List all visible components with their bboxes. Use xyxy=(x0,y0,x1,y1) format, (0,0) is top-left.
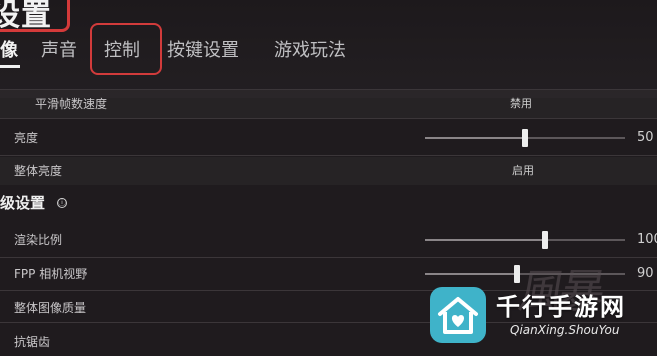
setting-row-brightness: 亮度 50 xyxy=(0,124,657,152)
section-advanced-settings: 级设置 ⓘ xyxy=(0,188,657,218)
divider xyxy=(0,118,657,119)
section-label: 级设置 xyxy=(0,194,46,212)
slider-fill xyxy=(425,239,545,241)
tab-gameplay[interactable]: 游戏玩法 xyxy=(274,34,346,68)
setting-value[interactable]: 启用 xyxy=(512,157,534,185)
page-title: 设置 xyxy=(0,0,52,33)
setting-label: 亮度 xyxy=(14,131,39,145)
setting-label: 平滑帧数速度 xyxy=(35,97,108,111)
tab-sound[interactable]: 声音 xyxy=(41,34,77,68)
setting-row-frame-smooth[interactable]: 平滑帧数速度 禁用 xyxy=(0,90,657,118)
watermark-title: 千行手游网 xyxy=(496,293,626,321)
active-tab-indicator xyxy=(0,65,20,68)
slider-value: 50 xyxy=(637,130,654,145)
setting-label: 抗锯齿 xyxy=(14,335,51,349)
slider-thumb[interactable] xyxy=(522,129,528,147)
setting-value[interactable]: 禁用 xyxy=(510,90,532,118)
slider-thumb[interactable] xyxy=(542,231,548,249)
slider-fill xyxy=(425,137,525,139)
watermark-subtitle: QianXing.ShouYou xyxy=(510,323,620,337)
tab-highlight-box xyxy=(90,23,162,75)
setting-label: 整体亮度 xyxy=(14,164,63,178)
divider xyxy=(0,155,657,156)
setting-label: 渲染比例 xyxy=(14,233,63,247)
slider-value: 100 xyxy=(637,232,657,247)
render-scale-slider[interactable] xyxy=(425,231,625,249)
tab-image[interactable]: 像 xyxy=(0,34,20,68)
setting-label: 整体图像质量 xyxy=(14,301,87,315)
setting-label: FPP 相机视野 xyxy=(14,267,88,281)
setting-row-overall-brightness[interactable]: 整体亮度 启用 xyxy=(0,157,657,185)
house-heart-icon xyxy=(430,287,486,343)
tab-label: 像 xyxy=(0,40,18,61)
setting-row-render-scale: 渲染比例 100 xyxy=(0,226,657,254)
slider-fill xyxy=(425,273,517,275)
info-icon[interactable]: ⓘ xyxy=(57,198,67,208)
tab-key-settings[interactable]: 按键设置 xyxy=(167,34,239,68)
site-watermark: 千行手游网 QianXing.ShouYou xyxy=(430,283,657,345)
brightness-slider[interactable] xyxy=(425,129,625,147)
slider-thumb[interactable] xyxy=(514,265,520,283)
